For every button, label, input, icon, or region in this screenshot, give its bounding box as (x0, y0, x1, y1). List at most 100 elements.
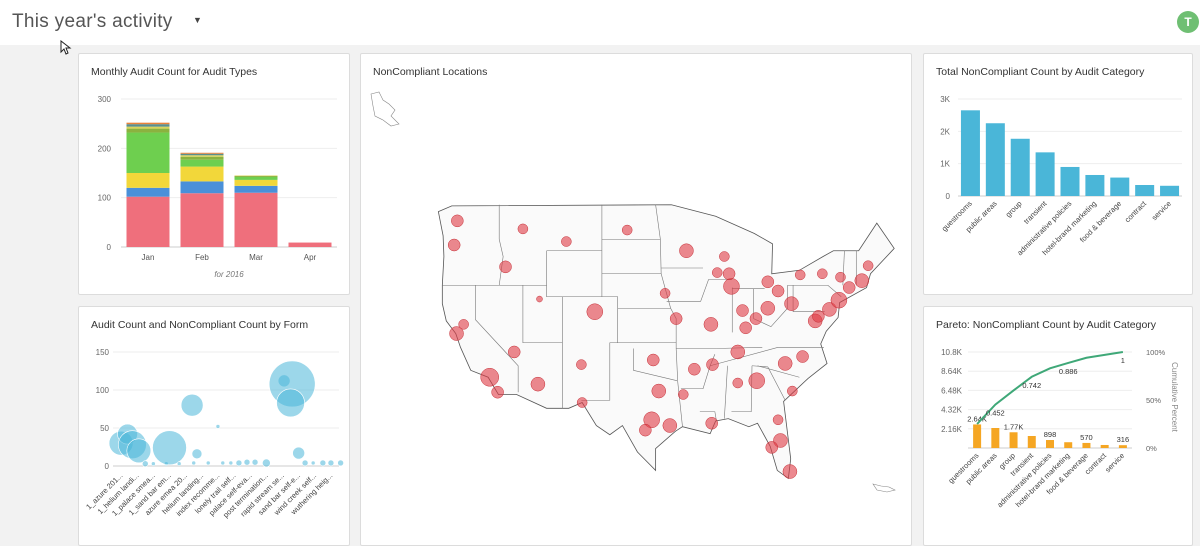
bar-segment (235, 180, 278, 186)
bubble (320, 460, 326, 466)
bubble (328, 460, 334, 466)
bar-label: 898 (1044, 430, 1057, 439)
location-point (762, 276, 774, 288)
location-point (761, 301, 775, 315)
location-point (652, 384, 666, 398)
x-tick-label: Jan (142, 253, 155, 262)
y-tick-label: 100 (96, 386, 110, 395)
location-point (766, 441, 778, 453)
location-point (778, 356, 792, 370)
bar-segment (235, 176, 278, 177)
location-point (536, 296, 542, 302)
us-outline (438, 205, 894, 479)
audit-by-form-chart: 0501001501_azure 201...1_helium landi...… (79, 307, 349, 545)
mouse-cursor-icon (60, 40, 72, 56)
location-point (518, 224, 528, 234)
cumulative-label: 1 (1121, 356, 1125, 365)
bar-segment (127, 129, 170, 133)
cumulative-label: 0.452 (986, 409, 1005, 418)
bubble (262, 459, 270, 467)
location-point (831, 292, 847, 308)
location-point (783, 465, 797, 479)
x-tick-label: contract (1123, 198, 1149, 224)
location-point (843, 282, 855, 294)
location-point (587, 304, 603, 320)
bar-segment (127, 127, 170, 129)
bar (986, 123, 1005, 196)
location-point (670, 313, 682, 325)
location-point (639, 424, 651, 436)
bar-segment (181, 153, 224, 154)
chevron-down-icon[interactable]: ▼ (193, 15, 202, 25)
bubble (216, 424, 220, 428)
location-point (712, 268, 722, 278)
location-point (678, 390, 688, 400)
monthly-audit-chart: 0100200300JanFebMarAprfor 2016 (79, 54, 349, 294)
bar (973, 424, 981, 448)
x-tick-label: service (1150, 199, 1173, 222)
bubble (151, 462, 155, 466)
bar (961, 110, 980, 196)
bar (991, 428, 999, 448)
y-tick-label: 0 (105, 462, 110, 471)
location-point (723, 268, 735, 280)
page-title[interactable]: This year's activity (12, 11, 173, 33)
bubble (311, 461, 315, 465)
location-point (863, 261, 873, 271)
x-axis-label: for 2016 (214, 270, 244, 279)
location-point (660, 288, 670, 298)
bubble (277, 389, 305, 417)
bar (1082, 443, 1090, 448)
y-tick-label: 2K (940, 127, 950, 136)
bar-segment (181, 181, 224, 193)
bar (1101, 445, 1109, 448)
bar-segment (235, 193, 278, 247)
bar-segment (127, 188, 170, 197)
location-point (647, 354, 659, 366)
x-tick-label: service (1103, 451, 1126, 474)
bubble (192, 461, 196, 465)
bubble (221, 461, 225, 465)
location-point (451, 215, 463, 227)
y-tick-label: 6.48K (941, 386, 963, 395)
x-tick-label: Mar (249, 253, 263, 262)
y-tick-label: 0 (946, 192, 951, 201)
location-point (737, 305, 749, 317)
location-point (663, 419, 677, 433)
location-point (577, 398, 587, 408)
location-point (508, 346, 520, 358)
y-tick-label: 0 (107, 243, 112, 252)
avatar[interactable]: T (1177, 11, 1199, 33)
y-tick-label: 10.8K (941, 348, 963, 357)
bar-segment (181, 154, 224, 155)
location-point (706, 417, 718, 429)
bar-segment (181, 167, 224, 182)
bar-segment (181, 193, 224, 247)
audit-by-form-card: Audit Count and NonCompliant Count by Fo… (78, 306, 350, 546)
bubble (177, 462, 181, 466)
cumulative-label: 0.742 (1022, 381, 1041, 390)
bubble (181, 394, 203, 416)
bubble (127, 439, 151, 463)
location-point (772, 285, 784, 297)
y2-axis-label: Cumulative Percent (1170, 362, 1179, 433)
x-tick-label: Apr (304, 253, 317, 262)
bar (1064, 442, 1072, 448)
bar-segment (127, 123, 170, 124)
location-point (795, 270, 805, 280)
bubble (206, 461, 210, 465)
location-point (561, 237, 571, 247)
bar-segment (181, 160, 224, 167)
location-point (817, 269, 827, 279)
location-point (459, 319, 469, 329)
bar (1119, 445, 1127, 448)
bar (1046, 440, 1054, 448)
us-map[interactable] (361, 54, 911, 545)
location-point (688, 363, 700, 375)
y-tick-label: 100 (98, 194, 112, 203)
bubble (252, 459, 258, 465)
y-tick-label: 1K (940, 160, 950, 169)
bar (1110, 178, 1129, 196)
y2-tick-label: 0% (1146, 444, 1157, 453)
bubble (338, 460, 344, 466)
